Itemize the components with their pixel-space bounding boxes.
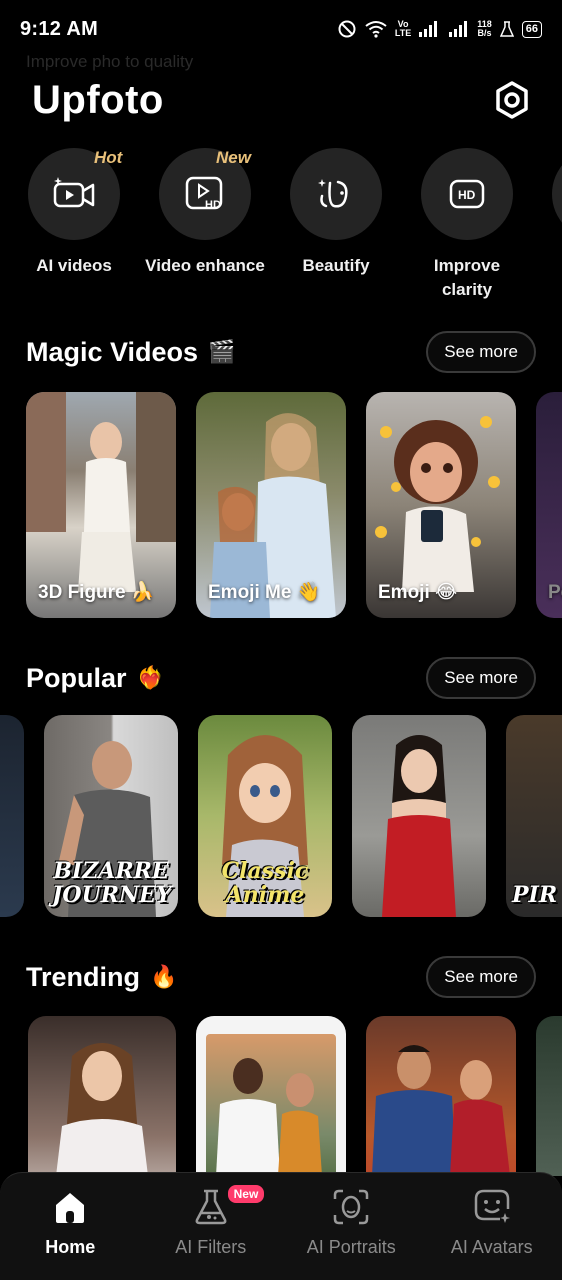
svg-text:HD: HD	[458, 188, 476, 202]
status-icons: Vo LTE 118 B/s 66	[337, 19, 542, 39]
flask-icon	[195, 1189, 227, 1225]
nav-ai-filters[interactable]: New AI Filters	[141, 1173, 282, 1280]
status-time: 9:12 AM	[20, 17, 99, 40]
tool-improve-clarity-circle: HD	[421, 148, 513, 240]
magic-card-emoji[interactable]: Emoji 😂	[366, 392, 516, 618]
tool-improve-clarity[interactable]: HD Improve clarity	[407, 148, 527, 302]
popular-row: BIZARRE JOURNEY Classic Anime PIR	[0, 715, 562, 917]
video-camera-icon	[53, 177, 95, 208]
card-trending-2-image	[216, 1058, 322, 1176]
trending-card-partial[interactable]	[536, 1016, 562, 1176]
card-label: 3D Figure 🍌	[38, 582, 155, 603]
card-trending-1-image	[56, 1043, 148, 1176]
popular-card-bizarre-journey[interactable]: BIZARRE JOURNEY	[44, 715, 178, 917]
polaroid-photo	[206, 1034, 336, 1176]
card-stylized-title: Classic Anime	[221, 858, 309, 908]
settings-button[interactable]	[490, 78, 534, 122]
battery-indicator: 66	[521, 20, 542, 38]
face-sparkle-icon	[318, 179, 348, 208]
trending-card-2[interactable]	[196, 1016, 346, 1176]
tools-row: AI videos Hot HD Video enhance New Beaut…	[24, 148, 562, 308]
signal-icon-2	[449, 21, 468, 37]
card-label: Emoji 😂	[378, 582, 458, 603]
app-header: Upfoto	[32, 76, 534, 124]
trending-card-1[interactable]	[28, 1016, 176, 1176]
card-label: Emoji Me 👋	[208, 582, 321, 603]
section-title: Trending 🔥	[26, 961, 178, 992]
magic-card-3d-figure[interactable]: 3D Figure 🍌	[26, 392, 176, 618]
tool-more[interactable]	[538, 148, 562, 240]
section-trending: Trending 🔥 See more	[26, 955, 536, 999]
trending-row	[0, 1016, 562, 1176]
card-red-dress-image	[382, 735, 456, 917]
bottom-navigation: Home New AI Filters AI Portraits AI Avat…	[0, 1172, 562, 1280]
volte-indicator: Vo LTE	[394, 19, 412, 38]
see-more-button[interactable]: See more	[426, 331, 536, 373]
nav-ai-portraits[interactable]: AI Portraits	[281, 1173, 422, 1280]
flask-status-icon	[499, 21, 514, 37]
card-stylized-title: PIR	[512, 882, 558, 908]
nav-home[interactable]: Home	[0, 1173, 141, 1280]
card-trending-3-image	[372, 1045, 510, 1176]
clapper-icon: 🎬	[208, 339, 236, 364]
gear-icon	[496, 81, 528, 119]
tool-more-circle	[552, 148, 562, 240]
hd-icon: HD	[449, 179, 485, 209]
nav-label: Home	[45, 1237, 96, 1257]
heart-fire-icon: ❤️‍🔥	[136, 665, 164, 690]
hd-video-icon: HD	[185, 176, 223, 211]
see-more-button[interactable]: See more	[426, 956, 536, 998]
fire-icon: 🔥	[150, 964, 178, 989]
nav-ai-avatars[interactable]: AI Avatars	[422, 1173, 562, 1280]
tool-beautify[interactable]: Beautify	[276, 148, 396, 278]
tool-label: AI videos	[36, 256, 112, 275]
card-label: Pe	[548, 582, 562, 603]
magic-card-partial[interactable]: Pe	[536, 392, 562, 618]
network-speed: 118 B/s	[477, 19, 492, 38]
tool-label: Improve clarity	[433, 256, 501, 299]
magic-videos-row: 3D Figure 🍌 Emoji Me 👋 Emoji 😂 Pe	[0, 392, 562, 618]
banner-ghost-text: Improve pho to quality	[26, 52, 194, 71]
see-more-button[interactable]: See more	[426, 657, 536, 699]
section-magic-videos: Magic Videos 🎬 See more	[26, 330, 536, 374]
card-stylized-title: BIZARRE JOURNEY	[52, 858, 172, 908]
popular-card-red-dress[interactable]	[352, 715, 486, 917]
signal-icon	[419, 21, 438, 37]
new-badge: New	[227, 1185, 265, 1203]
tool-beautify-circle	[290, 148, 382, 240]
wifi-icon	[365, 21, 387, 38]
face-scan-icon	[334, 1189, 369, 1225]
tool-tag-hot: Hot	[94, 148, 123, 167]
magic-card-emoji-me[interactable]: Emoji Me 👋	[196, 392, 346, 618]
app-logo: Upfoto	[32, 77, 164, 122]
popular-card-partial-left[interactable]	[0, 715, 24, 917]
popular-card-classic-anime[interactable]: Classic Anime	[198, 715, 332, 917]
section-title: Popular ❤️‍🔥	[26, 662, 164, 693]
trending-card-3[interactable]	[366, 1016, 516, 1176]
tool-label: Video enhance	[145, 256, 265, 275]
section-popular: Popular ❤️‍🔥 See more	[26, 656, 536, 700]
section-title: Magic Videos 🎬	[26, 336, 236, 367]
tool-tag-new: New	[216, 148, 251, 167]
popular-card-partial-right[interactable]: PIR	[506, 715, 562, 917]
nav-label: AI Avatars	[450, 1237, 533, 1257]
smiley-sparkle-icon	[474, 1189, 510, 1223]
svg-text:HD: HD	[205, 199, 221, 211]
home-icon	[56, 1193, 85, 1223]
nav-label: AI Filters	[175, 1237, 247, 1257]
status-bar: 9:12 AM Vo LTE 118 B/s 66	[0, 0, 562, 58]
nav-label: AI Portraits	[306, 1237, 396, 1257]
tool-label: Beautify	[302, 256, 370, 275]
do-not-disturb-icon	[338, 20, 356, 38]
